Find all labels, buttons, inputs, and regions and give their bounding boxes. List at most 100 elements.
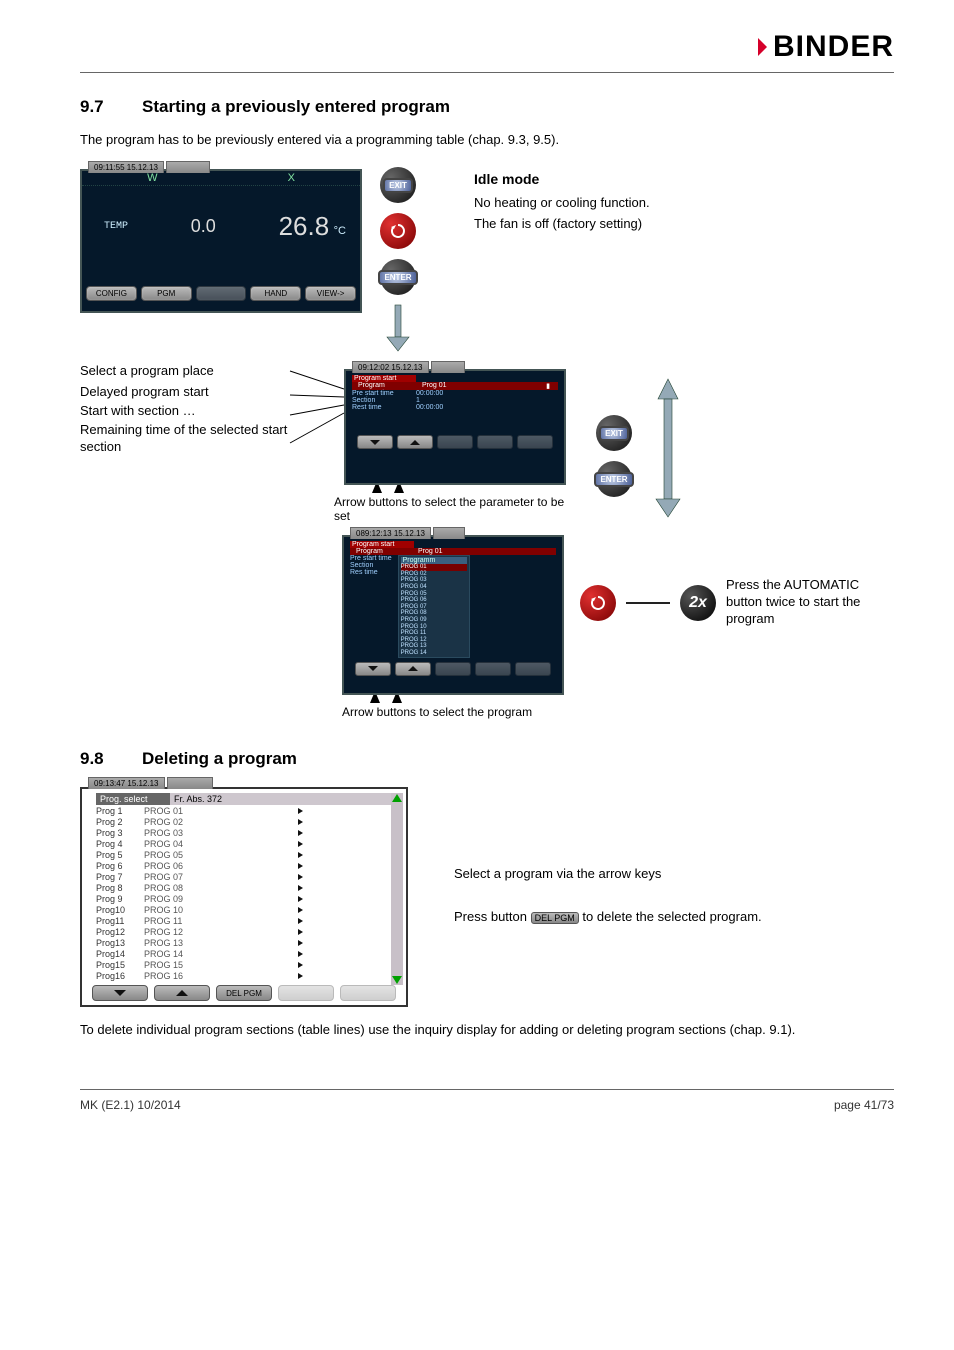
rest-value: 00:00:00: [416, 404, 443, 411]
section-9-8-heading: 9.8 Deleting a program: [80, 749, 894, 769]
list-item[interactable]: Prog10PROG 10: [96, 904, 392, 915]
callout-lines-icon: [290, 365, 344, 465]
press-text-a: Press button: [454, 909, 531, 924]
nav-down-button[interactable]: [357, 435, 393, 449]
section-value: 1: [416, 397, 420, 404]
nav-empty-button: [437, 435, 473, 449]
screen2-caption: Arrow buttons to select the parameter to…: [334, 495, 566, 523]
select-program-text: Select a program via the arrow keys: [454, 866, 762, 881]
empty-soft-button: [196, 286, 247, 301]
scroll-up-icon[interactable]: [392, 794, 402, 802]
popup-item[interactable]: PROG 01: [401, 564, 467, 571]
s3-program-value: Prog 01: [418, 548, 443, 555]
exit-label: EXIT: [383, 178, 413, 193]
popup-item[interactable]: PROG 09: [401, 617, 467, 624]
idle-mode-title: Idle mode: [474, 171, 650, 187]
pgm-button[interactable]: PGM: [141, 286, 192, 301]
proglist-scrollbar[interactable]: [391, 793, 403, 985]
popup-item[interactable]: PROG 07: [401, 604, 467, 611]
empty-tab-4: [167, 777, 213, 789]
list-item[interactable]: Prog 1PROG 01: [96, 805, 392, 816]
screen3-caption: Arrow buttons to select the program: [342, 705, 564, 719]
program-value: Prog 01: [422, 382, 447, 390]
nav-down-button-2[interactable]: [355, 662, 391, 676]
nav-empty-b2: [475, 662, 511, 676]
view-button[interactable]: VIEW->: [305, 286, 356, 301]
connector-line-icon: [626, 598, 670, 608]
section-title-98: Deleting a program: [142, 749, 297, 769]
list-item[interactable]: Prog 9PROG 09: [96, 893, 392, 904]
list-item[interactable]: Prog 5PROG 05: [96, 849, 392, 860]
del-pgm-button[interactable]: DEL PGM: [216, 985, 272, 1001]
flow-arrow-icon: [638, 359, 708, 519]
proglist-hdr-1: Prog. select: [96, 793, 170, 805]
list-item[interactable]: Prog15PROG 15: [96, 959, 392, 970]
nav-empty-button-3: [517, 435, 553, 449]
callout-program-place: Select a program place: [80, 363, 290, 378]
popup-item[interactable]: PROG 10: [401, 624, 467, 631]
temp-unit: °C: [334, 225, 346, 237]
list-item[interactable]: Prog12PROG 12: [96, 926, 392, 937]
list-item[interactable]: Prog 6PROG 06: [96, 860, 392, 871]
popup-item[interactable]: PROG 06: [401, 597, 467, 604]
nav-empty-b1: [435, 662, 471, 676]
list-item[interactable]: Prog 2PROG 02: [96, 816, 392, 827]
page-footer: MK (E2.1) 10/2014 page 41/73: [80, 1089, 894, 1112]
list-item[interactable]: Prog13PROG 13: [96, 937, 392, 948]
list-item[interactable]: Prog14PROG 14: [96, 948, 392, 959]
popup-item[interactable]: PROG 08: [401, 610, 467, 617]
list-item[interactable]: Prog 7PROG 07: [96, 871, 392, 882]
automatic-button[interactable]: [380, 213, 416, 249]
popup-item[interactable]: PROG 13: [401, 643, 467, 650]
highlight-marker-icon: ▮: [546, 382, 550, 390]
popup-item[interactable]: PROG 03: [401, 577, 467, 584]
temp-setpoint: 0.0: [191, 216, 216, 237]
w-label: W: [147, 172, 157, 184]
automatic-button-2[interactable]: [580, 585, 616, 621]
proglist-hdr-2: Fr. Abs. 372: [170, 793, 392, 805]
rest-key: Rest time: [352, 404, 410, 411]
footer-up-button[interactable]: [154, 985, 210, 1001]
s3-rest-key: Res time: [350, 569, 392, 576]
proglist-timestamp-tab: 09:13:47 15.12.13: [88, 777, 165, 789]
nav-empty-b3: [515, 662, 551, 676]
nav-up-button[interactable]: [397, 435, 433, 449]
list-item[interactable]: Prog 3PROG 03: [96, 827, 392, 838]
list-item[interactable]: Prog11PROG 11: [96, 915, 392, 926]
screen3-timestamp-tab: 089:12:13 15.12.13: [350, 527, 431, 539]
idle-screen: 09:11:55 15.12.13 W X TEMP 0.0 26.8 °C: [80, 169, 362, 313]
list-item[interactable]: Prog 4PROG 04: [96, 838, 392, 849]
exit-button-2[interactable]: EXIT: [596, 415, 632, 451]
enter-button[interactable]: ENTER: [380, 259, 416, 295]
enter-button-2[interactable]: ENTER: [596, 461, 632, 497]
popup-item[interactable]: PROG 14: [401, 650, 467, 657]
section-9-7-intro: The program has to be previously entered…: [80, 131, 894, 149]
idle-line-2: The fan is off (factory setting): [474, 216, 650, 231]
program-start-screen: 09:12:02 15.12.13 Program start Program …: [344, 369, 566, 485]
program-key: Program: [358, 382, 416, 390]
empty-tab: [166, 161, 210, 173]
empty-tab-3: [433, 527, 465, 539]
x-label: X: [288, 172, 295, 184]
prestart-value: 00:00:00: [416, 390, 443, 397]
screen2-timestamp-tab: 09:12:02 15.12.13: [352, 361, 429, 373]
section-9-7-heading: 9.7 Starting a previously entered progra…: [80, 97, 894, 117]
popup-item[interactable]: PROG 12: [401, 637, 467, 644]
hand-button[interactable]: HAND: [250, 286, 301, 301]
footer-down-button[interactable]: [92, 985, 148, 1001]
nav-up-button-2[interactable]: [395, 662, 431, 676]
delete-body-text: To delete individual program sections (t…: [80, 1021, 894, 1039]
list-item[interactable]: Prog16PROG 16: [96, 970, 392, 981]
popup-item[interactable]: PROG 11: [401, 630, 467, 637]
popup-item[interactable]: PROG 02: [401, 571, 467, 578]
config-button[interactable]: CONFIG: [86, 286, 137, 301]
footer-left: MK (E2.1) 10/2014: [80, 1098, 181, 1112]
popup-item[interactable]: PROG 04: [401, 584, 467, 591]
list-item[interactable]: Prog 8PROG 08: [96, 882, 392, 893]
exit-button[interactable]: EXIT: [380, 167, 416, 203]
popup-item[interactable]: PROG 05: [401, 591, 467, 598]
enter-label-2: ENTER: [594, 472, 633, 487]
footer-empty-button-2: [340, 985, 396, 1001]
scroll-down-icon[interactable]: [392, 976, 402, 984]
section-title: Starting a previously entered program: [142, 97, 450, 117]
